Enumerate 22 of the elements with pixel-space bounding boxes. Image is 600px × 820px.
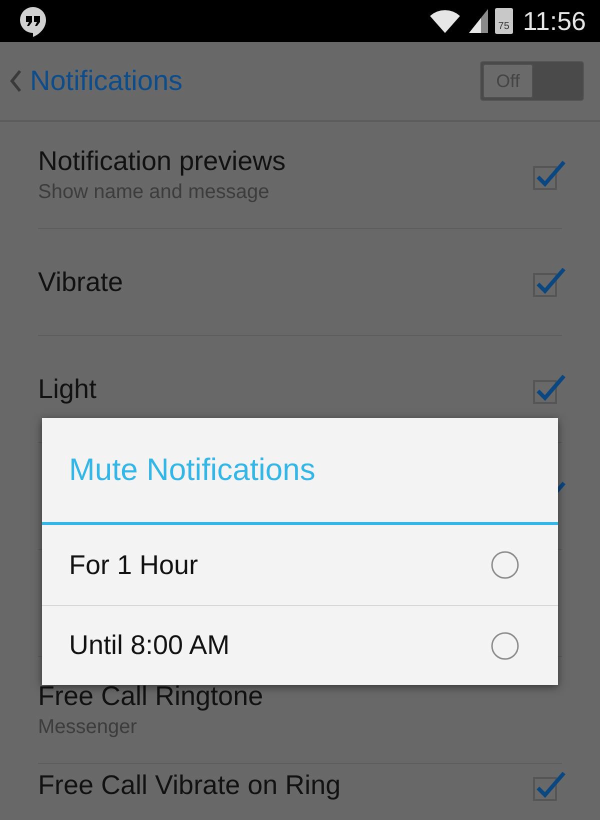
checkbox[interactable] xyxy=(532,159,566,191)
dialog-title: Mute Notifications xyxy=(42,418,558,525)
screen-title: Notifications xyxy=(30,65,183,97)
signal-icon xyxy=(466,8,489,34)
setting-title: Light xyxy=(38,374,98,404)
settings-row[interactable]: Vibrate xyxy=(38,229,562,336)
checkbox[interactable] xyxy=(532,770,566,802)
setting-title: Notification previews xyxy=(38,146,287,177)
wifi-icon xyxy=(428,8,461,34)
settings-row[interactable]: Free Call Vibrate on Ring xyxy=(38,764,562,820)
radio-button[interactable] xyxy=(490,630,520,660)
checkbox[interactable] xyxy=(532,373,566,405)
dialog-option[interactable]: For 1 Hour xyxy=(42,525,558,605)
setting-title: Free Call Vibrate on Ring xyxy=(38,770,342,801)
clock-time: 11:56 xyxy=(522,6,586,36)
setting-title: Vibrate xyxy=(38,266,124,298)
radio-button[interactable] xyxy=(490,550,520,580)
back-icon[interactable] xyxy=(8,69,22,93)
chat-bubble-icon xyxy=(18,5,48,37)
checkbox[interactable] xyxy=(532,266,566,298)
battery-level: 75 xyxy=(498,22,510,32)
dialog-option[interactable]: Until 8:00 AM xyxy=(42,605,558,685)
